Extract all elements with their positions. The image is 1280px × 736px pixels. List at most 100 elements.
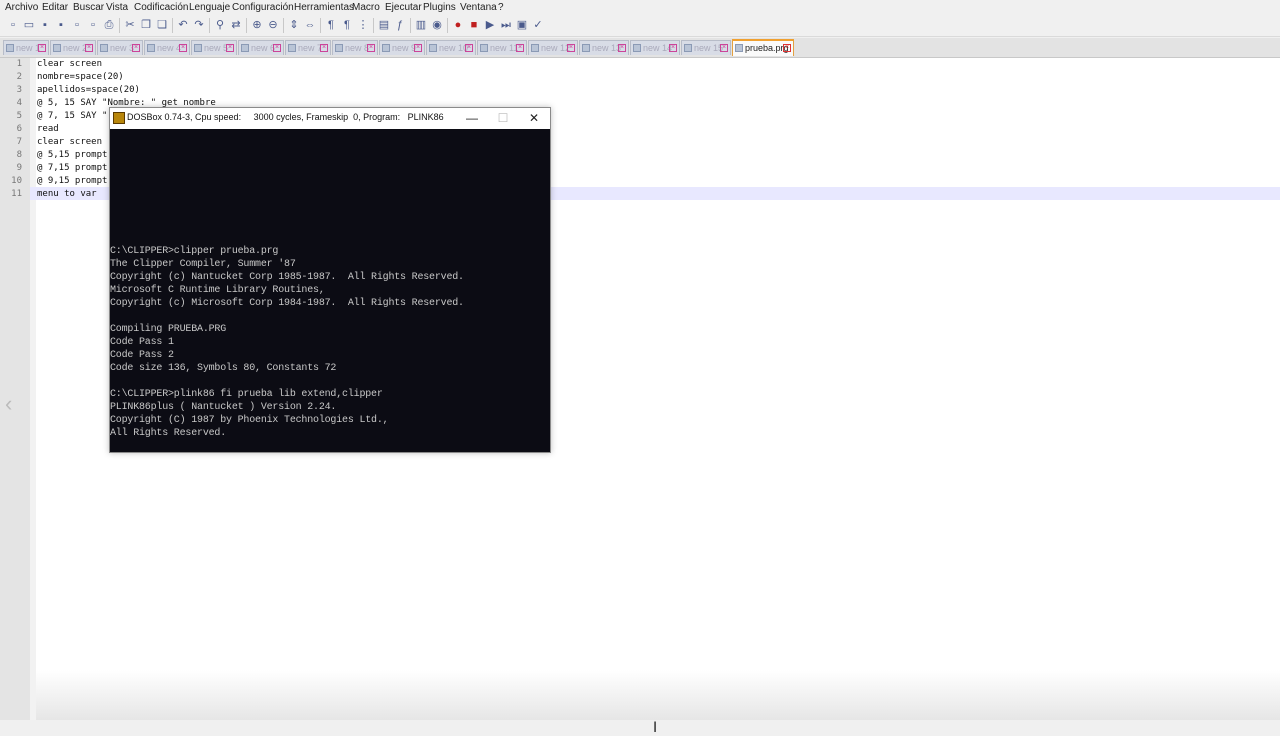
tab-close-icon[interactable]: × xyxy=(669,44,677,52)
code-line[interactable]: clear screen xyxy=(37,59,102,69)
tab-new-13[interactable]: new 13 × xyxy=(579,40,629,55)
print-icon[interactable]: ⎙ xyxy=(102,18,116,32)
dos-output-line: The Clipper Compiler, Summer '87 xyxy=(110,259,296,270)
file-icon xyxy=(582,44,590,52)
tab-close-icon[interactable]: × xyxy=(132,44,140,52)
tab-prueba-prg[interactable]: prueba.prg × xyxy=(732,39,794,56)
tab-new-8[interactable]: new 8 × xyxy=(332,40,378,55)
spellcheck-icon[interactable]: ✓ xyxy=(531,18,545,32)
code-line[interactable]: read xyxy=(37,124,59,134)
tab-new-9[interactable]: new 9 × xyxy=(379,40,425,55)
redo-icon[interactable]: ↷ xyxy=(192,18,206,32)
maximize-button[interactable]: ☐ xyxy=(493,110,513,126)
tab-close-icon[interactable]: × xyxy=(85,44,93,52)
code-line[interactable]: menu to var xyxy=(37,189,97,199)
cut-icon[interactable]: ✂ xyxy=(123,18,137,32)
tab-close-icon[interactable]: × xyxy=(367,44,375,52)
tab-close-icon[interactable]: × xyxy=(226,44,234,52)
close-all-icon[interactable]: ▫ xyxy=(86,18,100,32)
tab-close-icon[interactable]: × xyxy=(465,44,473,52)
tab-new-10[interactable]: new 10 × xyxy=(426,40,476,55)
tab-new-11[interactable]: new 11 × xyxy=(477,40,527,55)
tab-new-2[interactable]: new 2 × xyxy=(50,40,96,55)
save-icon[interactable]: ▪ xyxy=(38,18,52,32)
dosbox-window[interactable]: DOSBox 0.74-3, Cpu speed: 3000 cycles, F… xyxy=(109,107,551,453)
menu-item-configuraci-n[interactable]: Configuración xyxy=(232,2,294,13)
menu-item-vista[interactable]: Vista xyxy=(106,2,128,13)
code-line[interactable]: @ 5,15 prompt xyxy=(37,150,107,160)
tab-new-12[interactable]: new 12 × xyxy=(528,40,578,55)
dos-output-line: Compiling PRUEBA.PRG xyxy=(110,324,227,335)
menu-item-ventana[interactable]: Ventana xyxy=(460,2,497,13)
tab-new-1[interactable]: new 1 × xyxy=(3,40,49,55)
tab-new-6[interactable]: new 6 × xyxy=(238,40,284,55)
tab-new-7[interactable]: new 7 × xyxy=(285,40,331,55)
copy-icon[interactable]: ❐ xyxy=(139,18,153,32)
dosbox-screen[interactable]: C:\CLIPPER>clipper prueba.prg The Clipper… xyxy=(110,129,550,452)
save-macro-icon[interactable]: ▣ xyxy=(515,18,529,32)
menu-item-help[interactable]: ? xyxy=(498,2,504,13)
code-line[interactable]: nombre=space(20) xyxy=(37,72,124,82)
tab-close-icon[interactable]: × xyxy=(179,44,187,52)
tab-new-4[interactable]: new 4 × xyxy=(144,40,190,55)
paste-icon[interactable]: ❏ xyxy=(155,18,169,32)
menu-item-archivo[interactable]: Archivo xyxy=(5,2,38,13)
save-all-icon[interactable]: ▪ xyxy=(54,18,68,32)
menu-item-macro[interactable]: Macro xyxy=(352,2,380,13)
record-macro-icon[interactable]: ● xyxy=(451,18,465,32)
show-all-chars-icon[interactable]: ¶ xyxy=(340,18,354,32)
close-icon[interactable]: ▫ xyxy=(70,18,84,32)
play-multi-icon[interactable]: ⏭ xyxy=(499,18,513,32)
play-macro-icon[interactable]: ▶ xyxy=(483,18,497,32)
file-icon xyxy=(288,44,296,52)
replace-icon[interactable]: ⇄ xyxy=(229,18,243,32)
tab-close-icon[interactable]: × xyxy=(783,44,791,52)
menu-item-editar[interactable]: Editar xyxy=(42,2,68,13)
open-file-icon[interactable]: ▭ xyxy=(22,18,36,32)
toolbar-separator xyxy=(246,18,247,33)
tab-close-icon[interactable]: × xyxy=(320,44,328,52)
tab-new-14[interactable]: new 14 × xyxy=(630,40,680,55)
tab-new-5[interactable]: new 5 × xyxy=(191,40,237,55)
tab-close-icon[interactable]: × xyxy=(38,44,46,52)
monitor-icon[interactable]: ◉ xyxy=(430,18,444,32)
code-line[interactable]: apellidos=space(20) xyxy=(37,85,140,95)
folder-icon[interactable]: ▥ xyxy=(414,18,428,32)
chevron-left-icon[interactable]: ‹ xyxy=(5,391,12,417)
find-icon[interactable]: ⚲ xyxy=(213,18,227,32)
tab-close-icon[interactable]: × xyxy=(567,44,575,52)
undo-icon[interactable]: ↶ xyxy=(176,18,190,32)
tab-close-icon[interactable]: × xyxy=(516,44,524,52)
file-icon xyxy=(684,44,692,52)
code-line[interactable]: clear screen xyxy=(37,137,102,147)
tab-close-icon[interactable]: × xyxy=(414,44,422,52)
close-window-button[interactable]: ✕ xyxy=(524,110,544,126)
sync-h-icon[interactable]: ⇔ xyxy=(303,18,317,32)
menu-item-herramientas[interactable]: Herramientas xyxy=(294,2,354,13)
doc-map-icon[interactable]: ▤ xyxy=(377,18,391,32)
zoom-in-icon[interactable]: ⊕ xyxy=(250,18,264,32)
minimize-button[interactable]: — xyxy=(462,110,482,126)
stop-macro-icon[interactable]: ■ xyxy=(467,18,481,32)
wrap-icon[interactable]: ¶ xyxy=(324,18,338,32)
tab-new-3[interactable]: new 3 × xyxy=(97,40,143,55)
function-list-icon[interactable]: ƒ xyxy=(393,18,407,32)
dosbox-titlebar[interactable]: DOSBox 0.74-3, Cpu speed: 3000 cycles, F… xyxy=(110,108,550,129)
tab-new-15[interactable]: new 15 × xyxy=(681,40,731,55)
code-line[interactable]: @ 7, 15 SAY " xyxy=(37,111,107,121)
menu-item-lenguaje[interactable]: Lenguaje xyxy=(189,2,230,13)
code-line[interactable]: @ 9,15 prompt xyxy=(37,176,107,186)
indent-guide-icon[interactable]: ⋮ xyxy=(356,18,370,32)
tab-close-icon[interactable]: × xyxy=(720,44,728,52)
code-line[interactable]: @ 7,15 prompt xyxy=(37,163,107,173)
tab-close-icon[interactable]: × xyxy=(273,44,281,52)
new-file-icon[interactable]: ▫ xyxy=(6,18,20,32)
menu-item-codificaci-n[interactable]: Codificación xyxy=(134,2,188,13)
menu-item-buscar[interactable]: Buscar xyxy=(73,2,104,13)
sync-v-icon[interactable]: ⇕ xyxy=(287,18,301,32)
tab-close-icon[interactable]: × xyxy=(618,44,626,52)
menu-item-plugins[interactable]: Plugins xyxy=(423,2,456,13)
zoom-out-icon[interactable]: ⊖ xyxy=(266,18,280,32)
dos-output-line: PLINK86plus ( Nantucket ) Version 2.24. xyxy=(110,402,337,413)
menu-item-ejecutar[interactable]: Ejecutar xyxy=(385,2,422,13)
